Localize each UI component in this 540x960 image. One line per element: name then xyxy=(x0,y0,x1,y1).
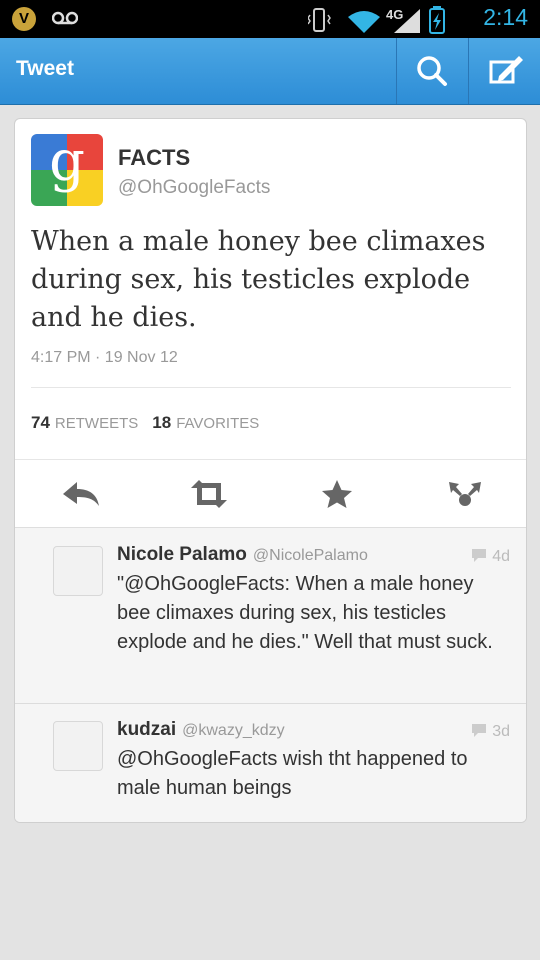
favorites-count: 18 xyxy=(152,413,172,432)
reply-text: "@OhGoogleFacts: When a male honey bee c… xyxy=(117,573,493,653)
retweet-icon xyxy=(191,480,227,508)
favorites-stat[interactable]: 18 FAVORITES xyxy=(152,413,260,432)
search-button[interactable] xyxy=(397,38,467,104)
avatar[interactable] xyxy=(53,721,103,771)
retweets-count: 74 xyxy=(31,413,50,432)
comment-icon xyxy=(471,549,486,562)
tweet-stats: 74 RETWEETS 18 FAVORITES xyxy=(31,413,259,433)
tweet-timestamp: 4:17 PM · 19 Nov 12 xyxy=(31,349,178,366)
reply-age: 3d xyxy=(470,722,510,741)
reply-author-name: Nicole Palamo xyxy=(117,544,247,565)
svg-text:4G: 4G xyxy=(386,7,403,22)
search-icon xyxy=(417,56,447,86)
wifi-icon xyxy=(348,11,380,33)
reply-author-handle: @NicolePalamo xyxy=(252,547,368,564)
reply-author-handle: @kwazy_kdzy xyxy=(182,722,285,739)
page-title: Tweet xyxy=(16,57,74,80)
replies-list: Nicole Palamo @NicolePalamo 4d "@OhGoogle… xyxy=(15,527,526,822)
retweets-stat[interactable]: 74 RETWEETS xyxy=(31,413,139,432)
tweet-card: g FACTS @OhGoogleFacts When a male honey… xyxy=(14,118,527,823)
retweet-button[interactable] xyxy=(187,476,227,512)
network-icon: 4G xyxy=(386,7,420,33)
reply-icon xyxy=(63,482,99,506)
google-g-logo: g xyxy=(31,134,103,206)
compose-button[interactable] xyxy=(469,38,539,104)
reply-age-value: 3d xyxy=(492,723,510,740)
status-icons: 4G xyxy=(308,6,445,34)
share-icon xyxy=(449,482,481,506)
favorite-icon xyxy=(322,480,352,508)
divider xyxy=(31,387,511,388)
carrier-icon: V xyxy=(12,7,36,31)
reply-text: @OhGoogleFacts wish tht happened to male… xyxy=(117,748,468,799)
avatar[interactable] xyxy=(53,546,103,596)
author-handle[interactable]: @OhGoogleFacts xyxy=(118,177,270,199)
vibrate-icon xyxy=(308,8,331,32)
retweets-label: RETWEETS xyxy=(54,415,139,432)
tweet-actions xyxy=(15,459,526,528)
author-name[interactable]: FACTS xyxy=(118,145,190,171)
reply-author[interactable]: kudzai @kwazy_kdzy xyxy=(117,719,285,741)
divider xyxy=(15,703,526,704)
reply-author-name: kudzai xyxy=(117,719,177,740)
tweet-text: When a male honey bee climaxes during se… xyxy=(31,226,486,333)
compose-icon xyxy=(489,56,523,84)
comment-icon xyxy=(471,724,486,737)
avatar[interactable]: g xyxy=(31,134,103,206)
reply-author[interactable]: Nicole Palamo @NicolePalamo xyxy=(117,544,368,566)
reply-button[interactable] xyxy=(61,476,101,512)
reply-age-value: 4d xyxy=(492,548,510,565)
svg-text:g: g xyxy=(49,134,85,194)
voicemail-icon xyxy=(52,11,78,25)
clock: 2:14 xyxy=(483,4,528,30)
status-bar: V 4G 2:14 xyxy=(0,0,540,38)
reply-age: 4d xyxy=(470,547,510,566)
battery-icon xyxy=(429,6,445,34)
favorites-label: FAVORITES xyxy=(176,415,260,432)
share-button[interactable] xyxy=(445,476,485,512)
favorite-button[interactable] xyxy=(317,476,357,512)
action-bar: Tweet xyxy=(0,38,540,105)
